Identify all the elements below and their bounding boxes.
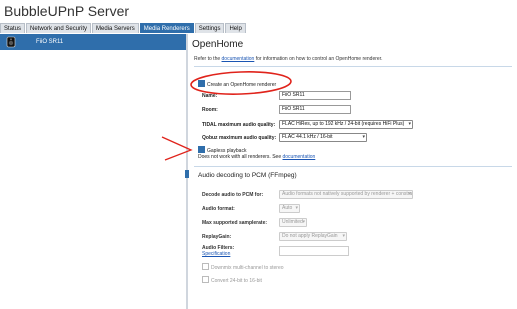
tab-status[interactable]: Status <box>0 23 26 33</box>
tidal-quality-label: TIDAL maximum audio quality: <box>202 122 276 128</box>
speaker-icon <box>6 36 16 48</box>
room-label: Room: <box>202 107 218 113</box>
main-nav: Status Network and Security Media Server… <box>0 23 247 33</box>
sidebar-item-fiio-sr11[interactable]: FiiO SR11 <box>0 34 186 50</box>
tab-network-and-security[interactable]: Network and Security <box>26 23 92 33</box>
tab-media-servers[interactable]: Media Servers <box>92 23 139 33</box>
name-label: Name: <box>202 93 218 99</box>
decode-label: Decode audio to PCM for: <box>202 192 264 198</box>
create-renderer-checkbox[interactable] <box>198 80 205 87</box>
samplerate-select[interactable]: Unlimited <box>279 218 307 227</box>
qobuz-quality-select[interactable]: FLAC 44.1 kHz / 16-bit <box>279 133 367 142</box>
gapless-row[interactable]: Gapless playback <box>198 146 247 154</box>
specification-link[interactable]: Specification <box>202 251 230 257</box>
create-renderer-row[interactable]: Create an OpenHome renderer <box>198 80 277 88</box>
gapless-documentation-link[interactable]: documentation <box>282 154 315 160</box>
page-title: OpenHome <box>192 39 244 50</box>
divider <box>194 66 512 67</box>
tidal-quality-select[interactable]: FLAC HiRes, up to 192 kHz / 24-bit (requ… <box>279 120 413 129</box>
replaygain-label: ReplayGain: <box>202 234 232 240</box>
gapless-note-text: Does not work with all renderers. See <box>198 154 283 160</box>
tab-help[interactable]: Help <box>225 23 246 33</box>
info-text: Refer to the documentation for informati… <box>194 56 382 62</box>
audio-decoding-heading: Audio decoding to PCM (FFmpeg) <box>198 172 297 179</box>
tab-media-renderers[interactable]: Media Renderers <box>139 23 194 33</box>
gapless-label: Gapless playback <box>207 147 247 154</box>
downmix-label: Downmix multi-channel to stereo <box>211 264 284 271</box>
convert-row[interactable]: Convert 24-bit to 16-bit <box>202 276 262 284</box>
divider <box>194 166 512 167</box>
tab-settings[interactable]: Settings <box>194 23 225 33</box>
samplerate-label: Max supported samplerate: <box>202 220 268 226</box>
name-field[interactable]: FiiO SR11 <box>279 91 351 100</box>
audio-filters-input[interactable] <box>279 246 349 256</box>
sidebar-item-label: FiiO SR11 <box>36 39 64 45</box>
gapless-note: Does not work with all renderers. See do… <box>198 154 315 160</box>
audio-format-label: Audio format: <box>202 206 235 212</box>
convert-checkbox[interactable] <box>202 276 209 283</box>
app-title: BubbleUPnP Server <box>4 3 130 19</box>
specification-row: Specification <box>202 251 230 257</box>
decode-select[interactable]: Audio formats not natively supported by … <box>279 190 413 199</box>
replaygain-select[interactable]: Do not apply ReplayGain <box>279 232 347 241</box>
info-prefix: Refer to the <box>194 56 222 62</box>
create-renderer-label: Create an OpenHome renderer <box>207 81 277 88</box>
resize-handle[interactable] <box>185 170 189 178</box>
audio-format-select[interactable]: Auto <box>279 204 300 213</box>
qobuz-quality-label: Qobuz maximum audio quality: <box>202 135 277 141</box>
documentation-link[interactable]: documentation <box>222 56 255 62</box>
downmix-checkbox[interactable] <box>202 263 209 270</box>
room-field[interactable]: FiiO SR11 <box>279 105 351 114</box>
gapless-checkbox[interactable] <box>198 146 205 153</box>
downmix-row[interactable]: Downmix multi-channel to stereo <box>202 263 284 271</box>
info-suffix: for information on how to control an Ope… <box>254 56 383 62</box>
convert-label: Convert 24-bit to 16-bit <box>211 277 262 284</box>
renderer-settings-panel: OpenHome Refer to the documentation for … <box>192 34 514 309</box>
